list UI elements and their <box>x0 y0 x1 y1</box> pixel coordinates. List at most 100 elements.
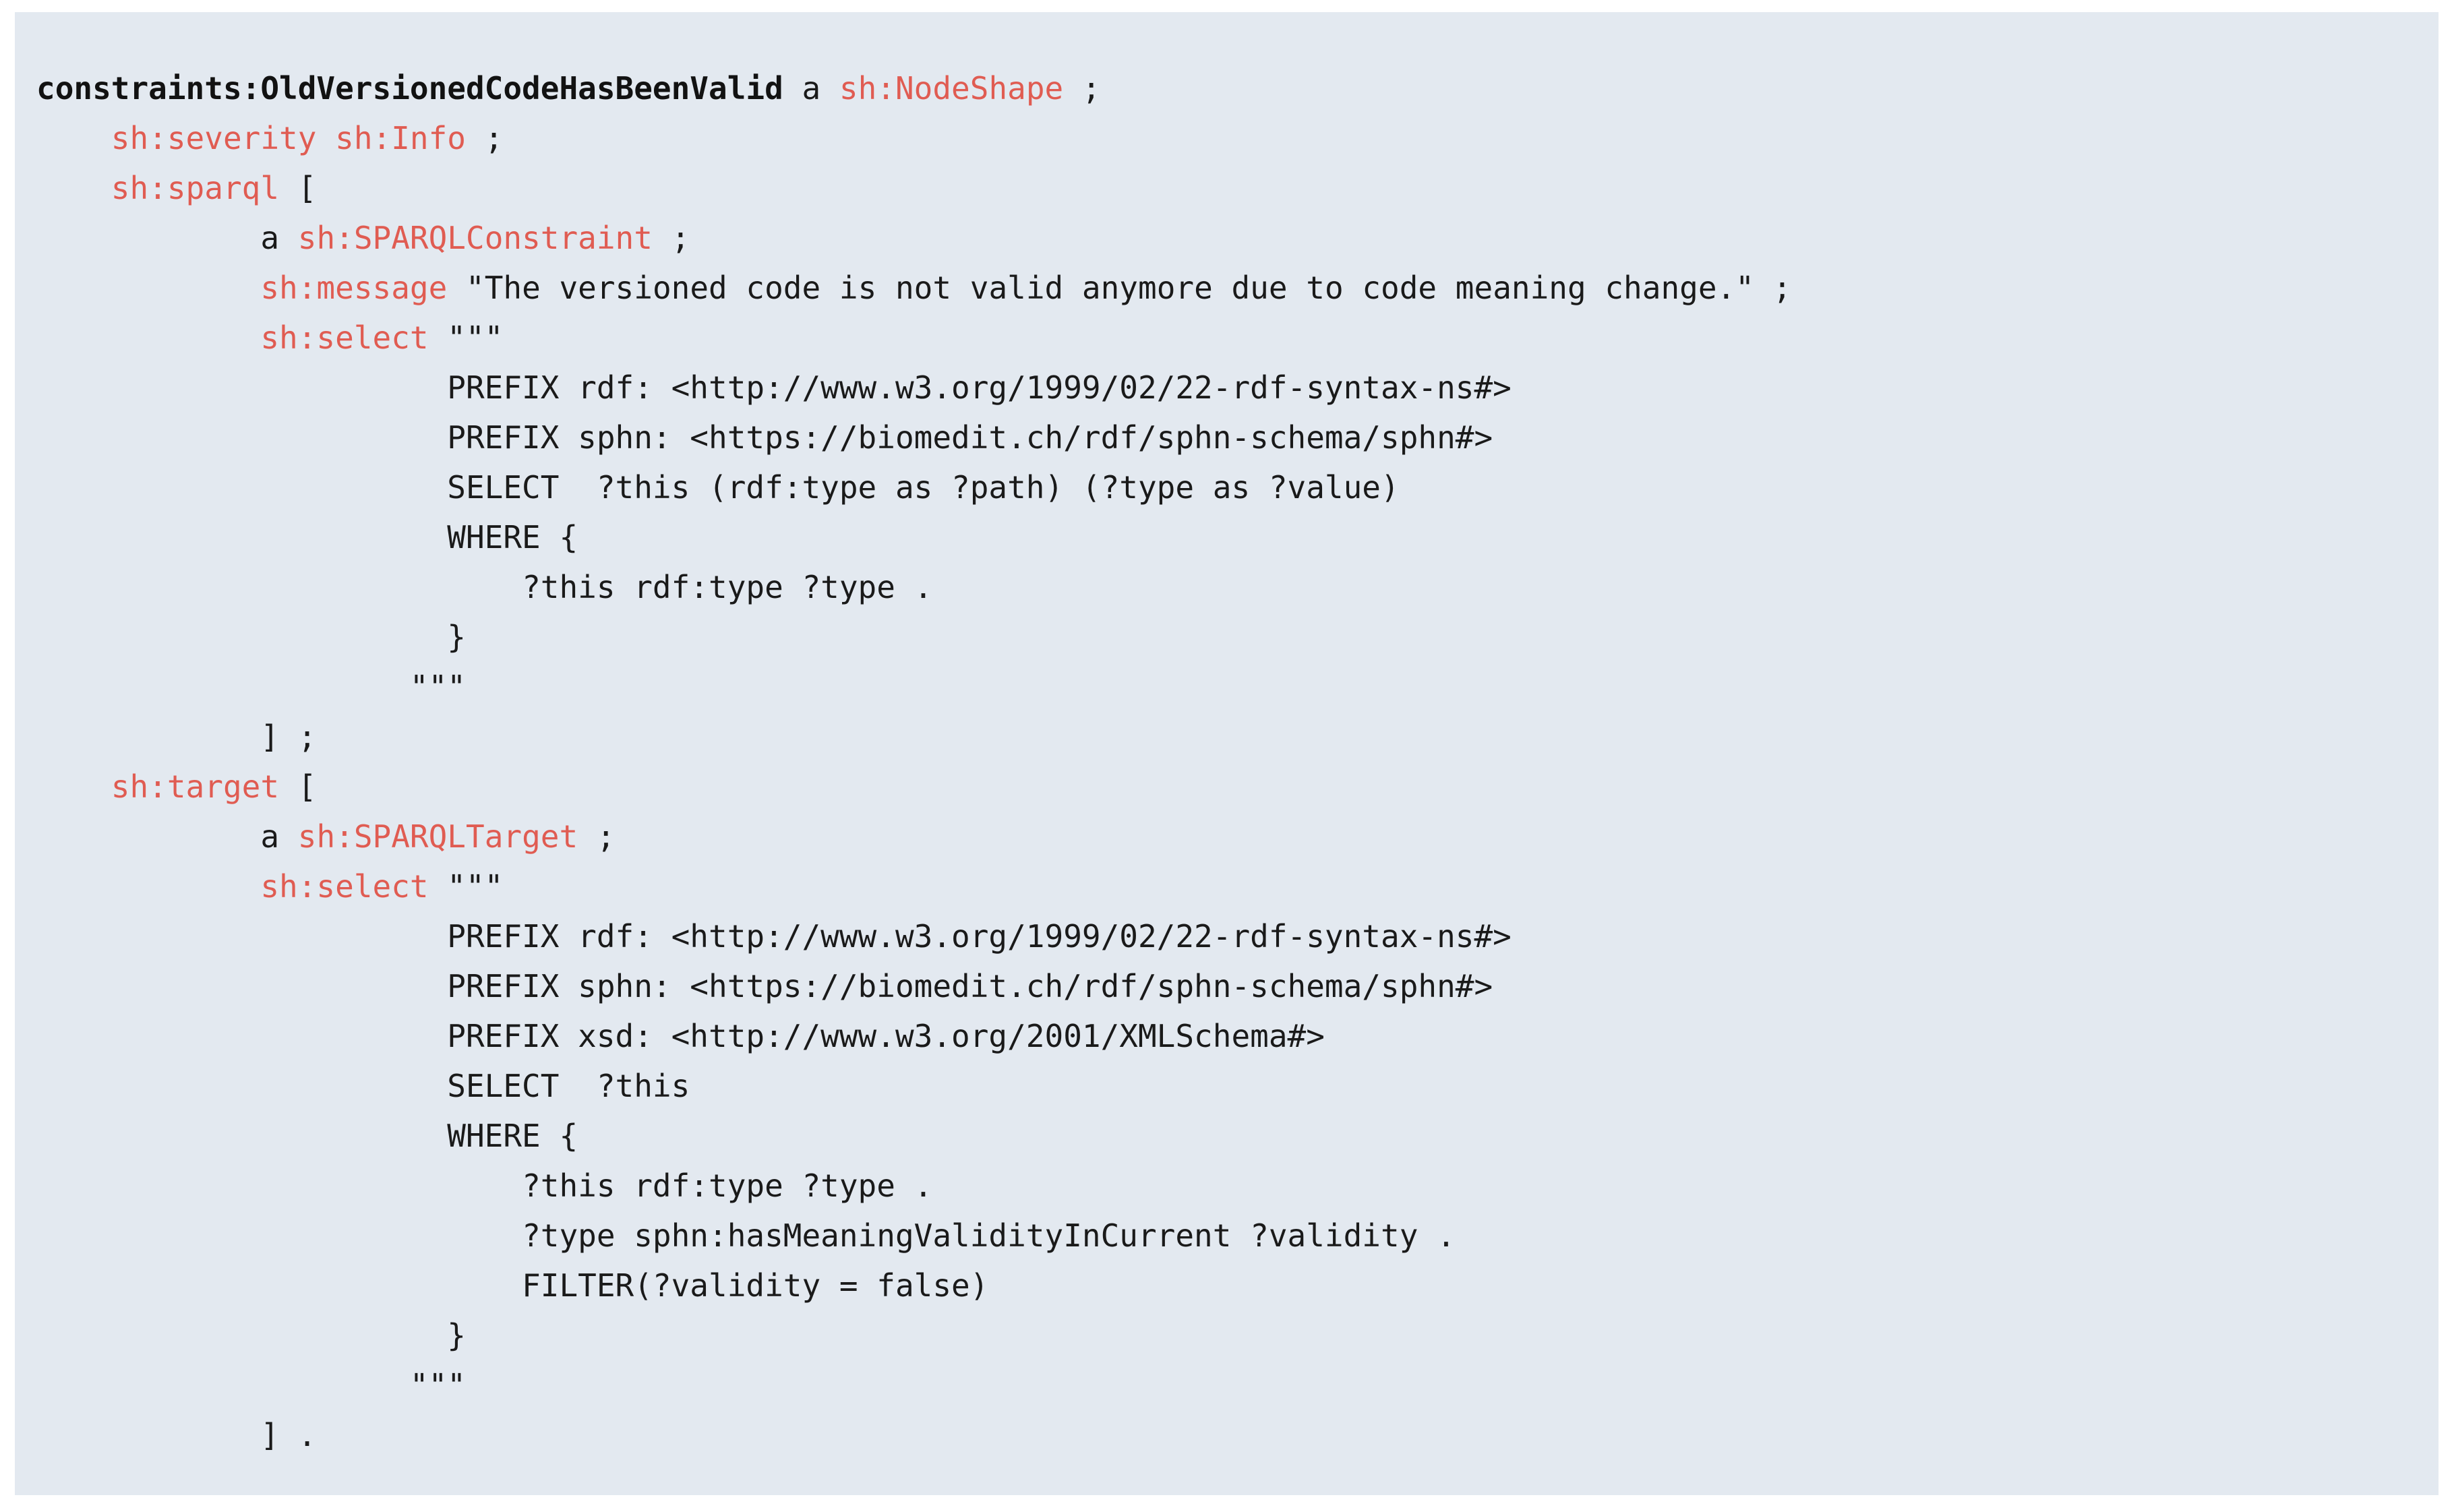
code-token-plain: a <box>260 818 280 855</box>
code-line: ?this rdf:type ?type . <box>36 1161 2439 1211</box>
code-token-plain: SELECT ?this <box>447 1068 690 1104</box>
code-token-sh: sh:message <box>260 270 448 306</box>
code-token-plain: WHERE { <box>447 1118 578 1154</box>
code-token-punct: ; <box>1754 270 1792 306</box>
code-token-plain: WHERE { <box>447 519 578 555</box>
code-line: ?this rdf:type ?type . <box>36 562 2439 612</box>
code-token-punct: [ <box>279 170 317 206</box>
code-token-sh: sh:severity <box>111 120 317 156</box>
code-line: ] ; <box>36 712 2439 762</box>
code-token-plain: a <box>260 220 280 256</box>
code-line: sh:target [ <box>36 762 2439 812</box>
code-token-sh: sh:SPARQLConstraint <box>297 220 653 256</box>
code-line: SELECT ?this (rdf:type as ?path) (?type … <box>36 462 2439 512</box>
code-token-sh: sh:NodeShape <box>839 70 1064 107</box>
code-token-sh: sh:Info <box>335 120 466 156</box>
code-figure: constraints:OldVersionedCodeHasBeenValid… <box>15 12 2439 1495</box>
code-line: a sh:SPARQLTarget ; <box>36 812 2439 861</box>
code-token-punct: ] ; <box>260 719 317 755</box>
code-line: FILTER(?validity = false) <box>36 1261 2439 1310</box>
code-token-punct: ] . <box>260 1417 317 1453</box>
code-line: PREFIX xsd: <http://www.w3.org/2001/XMLS… <box>36 1011 2439 1061</box>
code-line: sh:select """ <box>36 861 2439 911</box>
code-token-punct: } <box>447 1317 466 1354</box>
code-line: WHERE { <box>36 1111 2439 1161</box>
code-token-plain: PREFIX rdf: <http://www.w3.org/1999/02/2… <box>447 369 1512 406</box>
code-token-punct: ; <box>652 220 690 256</box>
code-line: SELECT ?this <box>36 1061 2439 1111</box>
code-line: sh:sparql [ <box>36 163 2439 213</box>
code-line: WHERE { <box>36 512 2439 562</box>
code-line: sh:severity sh:Info ; <box>36 113 2439 163</box>
code-token-sh: sh:SPARQLTarget <box>297 818 578 855</box>
code-line: } <box>36 612 2439 662</box>
code-token-sh: sh:sparql <box>111 170 280 206</box>
code-token-plain: PREFIX xsd: <http://www.w3.org/2001/XMLS… <box>447 1018 1325 1054</box>
code-line: PREFIX sphn: <https://biomedit.ch/rdf/sp… <box>36 961 2439 1011</box>
code-token-punct: } <box>447 619 466 655</box>
code-line: sh:select """ <box>36 313 2439 363</box>
code-token-plain: SELECT ?this (rdf:type as ?path) (?type … <box>447 469 1400 506</box>
code-token-subject: constraints:OldVersionedCodeHasBeenValid <box>36 70 783 107</box>
code-token-string: """ <box>409 1367 466 1403</box>
code-line: ] . <box>36 1410 2439 1460</box>
code-line: """ <box>36 1360 2439 1410</box>
code-line: PREFIX rdf: <http://www.w3.org/1999/02/2… <box>36 363 2439 413</box>
code-line: a sh:SPARQLConstraint ; <box>36 213 2439 263</box>
code-token-plain: ?this rdf:type ?type . <box>522 1168 933 1204</box>
code-line: PREFIX sphn: <https://biomedit.ch/rdf/sp… <box>36 413 2439 462</box>
code-token-string: """ <box>447 320 504 356</box>
code-token-punct: ; <box>466 120 504 156</box>
code-line: constraints:OldVersionedCodeHasBeenValid… <box>36 63 2439 113</box>
code-token-punct: ; <box>578 818 616 855</box>
code-token-punct: ; <box>1063 70 1101 107</box>
code-token-string: """ <box>409 669 466 705</box>
code-line: ?type sphn:hasMeaningValidityInCurrent ?… <box>36 1211 2439 1261</box>
code-token-plain: PREFIX sphn: <https://biomedit.ch/rdf/sp… <box>447 419 1493 456</box>
code-listing[interactable]: constraints:OldVersionedCodeHasBeenValid… <box>36 63 2439 1460</box>
code-line: } <box>36 1310 2439 1360</box>
code-token-plain: FILTER(?validity = false) <box>522 1267 989 1304</box>
code-token-plain: PREFIX rdf: <http://www.w3.org/1999/02/2… <box>447 918 1512 955</box>
code-token-plain: PREFIX sphn: <https://biomedit.ch/rdf/sp… <box>447 968 1493 1004</box>
code-line: """ <box>36 662 2439 712</box>
code-token-string: "The versioned code is not valid anymore… <box>466 270 1754 306</box>
code-token-sh: sh:target <box>111 768 280 805</box>
code-token-plain: ?type sphn:hasMeaningValidityInCurrent ?… <box>522 1217 1456 1254</box>
code-line: PREFIX rdf: <http://www.w3.org/1999/02/2… <box>36 911 2439 961</box>
code-line: sh:message "The versioned code is not va… <box>36 263 2439 313</box>
code-token-sh: sh:select <box>260 868 429 905</box>
code-token-sh: sh:select <box>260 320 429 356</box>
code-token-plain: a <box>802 70 821 107</box>
